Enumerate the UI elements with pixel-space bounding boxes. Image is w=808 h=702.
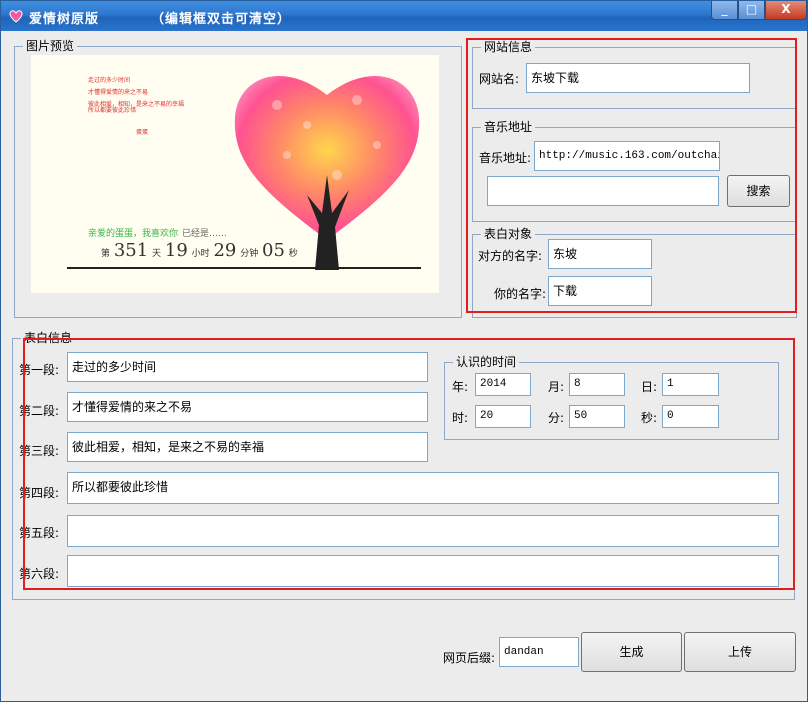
paragraph-6-label: 第六段: (19, 567, 60, 581)
preview-counter: 第 351 天 19 小时 29 分钟 05 秒 (101, 240, 298, 261)
preview-line-1: 走过的多少时间 (88, 77, 131, 84)
counter-days-unit: 天 (152, 249, 162, 259)
heart-icon (9, 10, 23, 23)
your-name-label: 你的名字: (494, 287, 547, 301)
counter-minutes-unit: 分钟 (240, 249, 259, 259)
counter-hours-unit: 小时 (191, 249, 210, 259)
suffix-label: 网页后缀: (443, 651, 496, 665)
counter-seconds-unit: 秒 (288, 249, 298, 259)
preview-already-text: 已经是…… (182, 229, 228, 239)
paragraph-4-input[interactable]: 所以都要彼此珍惜 (67, 472, 779, 504)
your-name-input[interactable]: 下载 (548, 276, 652, 306)
month-input[interactable]: 8 (569, 373, 625, 396)
paragraph-2-label: 第二段: (19, 404, 60, 418)
their-name-input[interactable]: 东坡 (548, 239, 652, 269)
preview-image: 走过的多少时间 才懂得爱情的来之不易 彼此相爱，相知，是来之不易的幸福 所以都要… (31, 55, 439, 293)
music-legend: 音乐地址 (481, 120, 536, 134)
minimize-button[interactable]: _ (711, 1, 738, 20)
site-name-input[interactable]: 东坡下载 (526, 63, 750, 93)
preview-legend: 图片预览 (23, 39, 78, 53)
maximize-button[interactable]: □ (738, 1, 765, 20)
upload-button[interactable]: 上传 (684, 632, 796, 672)
preview-line-2: 才懂得爱情的来之不易 (88, 89, 149, 96)
confession-legend: 表白信息 (21, 331, 76, 345)
site-info-legend: 网站信息 (481, 40, 536, 54)
day-label: 日: (641, 380, 658, 394)
paragraph-1-label: 第一段: (19, 363, 60, 377)
counter-prefix: 第 (101, 249, 111, 259)
their-name-label: 对方的名字: (478, 249, 543, 263)
month-label: 月: (548, 380, 565, 394)
preview-signature: 蛋蛋 (136, 129, 149, 136)
counter-hours: 19 (164, 240, 188, 261)
preview-dear-text: 亲爱的蛋蛋，我喜欢你 (88, 229, 179, 239)
main-window: 爱情树原版 （编辑框双击可清空） _ □ X 图片预览 走过的多少时间 才懂得爱… (0, 0, 808, 702)
close-button[interactable]: X (765, 1, 807, 20)
minute-input[interactable]: 50 (569, 405, 625, 428)
music-url-label: 音乐地址: (479, 151, 532, 165)
title-bar[interactable]: 爱情树原版 （编辑框双击可清空） _ □ X (1, 1, 807, 31)
minute-label: 分: (548, 411, 565, 425)
counter-minutes: 29 (213, 240, 237, 261)
counter-days: 351 (113, 240, 149, 261)
music-search-input[interactable] (487, 176, 719, 206)
day-input[interactable]: 1 (662, 373, 719, 396)
known-time-legend: 认识的时间 (453, 355, 520, 369)
preview-line-4: 所以都要彼此珍惜 (88, 107, 137, 114)
paragraph-3-label: 第三段: (19, 444, 60, 458)
window-title: 爱情树原版 (29, 12, 100, 27)
paragraph-2-input[interactable]: 才懂得爱情的来之不易 (67, 392, 428, 422)
second-label: 秒: (641, 411, 658, 425)
paragraph-3-input[interactable]: 彼此相爱，相知，是来之不易的幸福 (67, 432, 428, 462)
year-input[interactable]: 2014 (475, 373, 531, 396)
paragraph-4-label: 第四段: (19, 486, 60, 500)
suffix-input[interactable]: dandan (499, 637, 579, 667)
search-button[interactable]: 搜索 (727, 175, 790, 207)
paragraph-5-input[interactable] (67, 515, 779, 547)
preview-ground-line (67, 267, 421, 269)
hour-label: 时: (452, 411, 469, 425)
music-url-input[interactable]: http://music.163.com/outchain/p (534, 141, 720, 171)
generate-button[interactable]: 生成 (581, 632, 682, 672)
year-label: 年: (452, 380, 469, 394)
site-name-label: 网站名: (479, 72, 520, 86)
second-input[interactable]: 0 (662, 405, 719, 428)
heart-tree-image (234, 76, 420, 270)
paragraph-6-input[interactable] (67, 555, 779, 587)
counter-seconds: 05 (262, 240, 285, 261)
paragraph-1-input[interactable]: 走过的多少时间 (67, 352, 428, 382)
paragraph-5-label: 第五段: (19, 526, 60, 540)
target-legend: 表白对象 (481, 227, 536, 241)
window-title-hint: （编辑框双击可清空） (151, 12, 292, 27)
hour-input[interactable]: 20 (475, 405, 531, 428)
